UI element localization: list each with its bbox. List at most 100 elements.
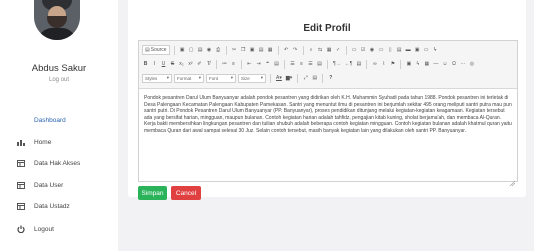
- sidebar-item-label: Home: [34, 138, 52, 146]
- select-icon[interactable]: ▤: [396, 45, 403, 55]
- select-all-icon[interactable]: ▦: [326, 45, 333, 55]
- indent-icon[interactable]: ⇥: [255, 59, 262, 69]
- chevron-down-icon: ▾: [230, 75, 233, 80]
- image-button-icon[interactable]: ▣: [414, 45, 421, 55]
- align-center-icon[interactable]: ≡: [298, 59, 305, 69]
- sidebar-item-label: Logout: [34, 225, 54, 233]
- flash-icon[interactable]: ϟ: [432, 45, 439, 55]
- replace-icon[interactable]: ⇆: [317, 45, 324, 55]
- paste-icon[interactable]: ▣: [249, 45, 256, 55]
- document-icon[interactable]: ▤: [197, 45, 204, 55]
- size-select[interactable]: Size ▾: [238, 73, 266, 83]
- text-color-icon[interactable]: A▾: [275, 73, 283, 83]
- align-justify-icon[interactable]: ▤: [316, 59, 323, 69]
- print-icon[interactable]: ⎙: [215, 45, 222, 55]
- new-page-icon[interactable]: ▢: [188, 45, 195, 55]
- align-right-icon[interactable]: ☰: [307, 59, 314, 69]
- table-icon[interactable]: ▦: [423, 59, 430, 69]
- underline-icon[interactable]: U: [160, 59, 167, 69]
- button-icon[interactable]: ▬: [405, 45, 412, 55]
- table-icon: [16, 181, 26, 189]
- checkbox-icon[interactable]: ☑: [360, 45, 367, 55]
- bold-icon[interactable]: B: [142, 59, 149, 69]
- horizontal-line-icon[interactable]: ―: [432, 59, 439, 69]
- redo-icon[interactable]: ↷: [292, 45, 299, 55]
- hidden-field-icon[interactable]: ▭: [423, 45, 430, 55]
- form-icon[interactable]: ▭: [351, 45, 358, 55]
- page-break-icon[interactable]: ⋯: [459, 59, 466, 69]
- spellcheck-icon[interactable]: ✓: [335, 45, 342, 55]
- logout-link[interactable]: Log out: [0, 77, 118, 83]
- copy-icon[interactable]: ❐: [240, 45, 247, 55]
- save-icon[interactable]: ▣: [179, 45, 186, 55]
- image-icon[interactable]: ▣: [405, 59, 412, 69]
- sidebar-item-logout[interactable]: Logout: [0, 221, 118, 237]
- language-icon[interactable]: ▤: [355, 59, 362, 69]
- table-icon: [16, 159, 26, 167]
- maximize-icon[interactable]: ⤢: [302, 73, 309, 83]
- clear-format-icon[interactable]: T̸: [205, 59, 212, 69]
- link-icon[interactable]: ∞: [371, 59, 378, 69]
- bulleted-list-icon[interactable]: ≡: [230, 59, 237, 69]
- table-icon: [16, 202, 26, 210]
- source-icon: ▤: [145, 47, 150, 53]
- help-icon[interactable]: ?: [327, 73, 334, 83]
- paste-word-icon[interactable]: ▦: [267, 45, 274, 55]
- resize-handle-icon[interactable]: [509, 173, 516, 187]
- rich-text-editor[interactable]: ▤ Source ▣ ▢ ▤ ◉ ⎙ ✂ ❐ ▣ ▤ ▦ ↶ ↷ ⌕ ⇆ ▦ ✓…: [138, 40, 518, 187]
- background-color-icon[interactable]: ▆▾: [285, 73, 293, 83]
- smiley-icon[interactable]: ☺: [441, 59, 448, 69]
- preview-icon[interactable]: ◉: [206, 45, 213, 55]
- font-select[interactable]: Font ▾: [206, 73, 236, 83]
- save-button[interactable]: Simpan: [138, 186, 167, 200]
- remove-format-icon[interactable]: ✐: [196, 59, 203, 69]
- rtl-icon[interactable]: ←¶: [344, 59, 354, 69]
- chevron-down-icon: ▾: [198, 75, 201, 80]
- editor-toolbar: ▤ Source ▣ ▢ ▤ ◉ ⎙ ✂ ❐ ▣ ▤ ▦ ↶ ↷ ⌕ ⇆ ▦ ✓…: [139, 41, 517, 89]
- chevron-down-icon: ▾: [260, 75, 263, 80]
- styles-select[interactable]: Styles ▾: [142, 73, 172, 83]
- undo-icon[interactable]: ↶: [283, 45, 290, 55]
- power-icon: [16, 225, 26, 233]
- sidebar: Abdus Sakur Log out Dashboard Home Data …: [0, 0, 118, 251]
- sidebar-item-home[interactable]: Home: [0, 134, 118, 150]
- page-title: Edit Profil: [303, 23, 351, 34]
- find-icon[interactable]: ⌕: [308, 45, 315, 55]
- cancel-button[interactable]: Cancel: [171, 186, 201, 200]
- sidebar-item-data-ustadz[interactable]: Data Ustadz: [0, 198, 118, 214]
- unlink-icon[interactable]: ⌇: [380, 59, 387, 69]
- align-left-icon[interactable]: ☰: [289, 59, 296, 69]
- chevron-down-icon: ▾: [166, 75, 169, 80]
- format-select[interactable]: Format ▾: [174, 73, 204, 83]
- show-blocks-icon[interactable]: ▤: [311, 73, 318, 83]
- textfield-icon[interactable]: ▭: [378, 45, 385, 55]
- special-char-icon[interactable]: Ω: [450, 59, 457, 69]
- div-icon[interactable]: ▤: [273, 59, 280, 69]
- sidebar-item-data-hak-akses[interactable]: Data Hak Akses: [0, 155, 118, 171]
- avatar: [34, 0, 80, 40]
- anchor-icon[interactable]: ⚑: [389, 59, 396, 69]
- subscript-icon[interactable]: x₂: [178, 59, 185, 69]
- textarea-icon[interactable]: ▯: [387, 45, 394, 55]
- sidebar-item-label: Data Ustadz: [34, 202, 70, 210]
- flash-icon[interactable]: ϟ: [414, 59, 421, 69]
- outdent-icon[interactable]: ⇤: [246, 59, 253, 69]
- sidebar-item-dashboard[interactable]: Dashboard: [0, 112, 118, 128]
- sidebar-item-label: Data Hak Akses: [34, 159, 81, 167]
- radio-icon[interactable]: ◉: [369, 45, 376, 55]
- sidebar-item-data-user[interactable]: Data User: [0, 177, 118, 193]
- cut-icon[interactable]: ✂: [231, 45, 238, 55]
- ltr-icon[interactable]: ¶→: [332, 59, 342, 69]
- paste-text-icon[interactable]: ▤: [258, 45, 265, 55]
- user-name: Abdus Sakur: [31, 63, 87, 74]
- superscript-icon[interactable]: x²: [187, 59, 194, 69]
- editor-content[interactable]: Pondok pesantren Darul Ulum Banyuanyar a…: [144, 95, 512, 135]
- strike-icon[interactable]: S: [169, 59, 176, 69]
- iframe-icon[interactable]: ◎: [468, 59, 475, 69]
- numbered-list-icon[interactable]: ≔: [221, 59, 228, 69]
- sidebar-item-label: Dashboard: [34, 116, 66, 124]
- source-button[interactable]: ▤ Source: [142, 45, 170, 55]
- italic-icon[interactable]: I: [151, 59, 158, 69]
- blockquote-icon[interactable]: ❝: [264, 59, 271, 69]
- source-label: Source: [150, 47, 167, 53]
